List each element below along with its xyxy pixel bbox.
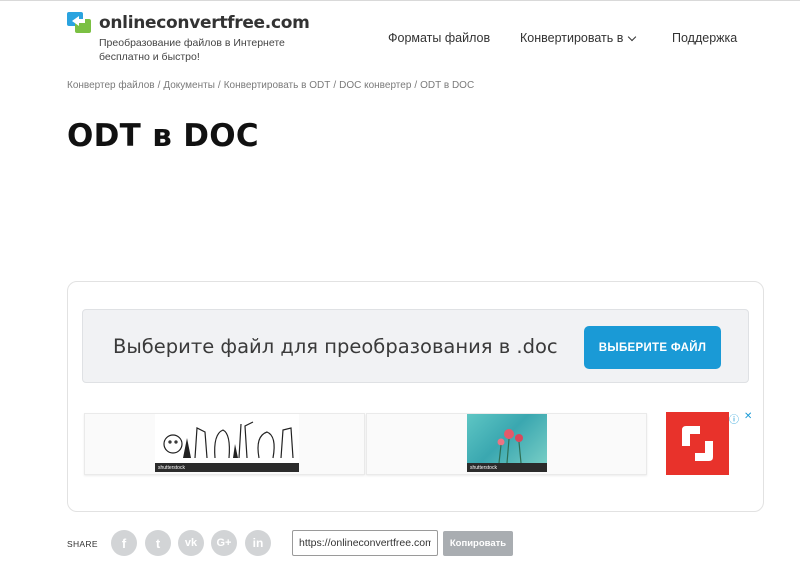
top-divider xyxy=(0,0,800,1)
ad-image-strip: shutterstock xyxy=(467,463,547,472)
converter-card: Выберите файл для преобразования в .doc … xyxy=(67,281,764,512)
ad-shutterstock-logo[interactable] xyxy=(666,412,729,475)
nav-convert-to[interactable]: Конвертировать в xyxy=(520,31,637,45)
breadcrumb-item[interactable]: Конвертер файлов xyxy=(67,80,155,91)
upload-prompt: Выберите файл для преобразования в .doc xyxy=(113,335,558,358)
breadcrumb-item-current[interactable]: ODT в DOC xyxy=(420,80,474,91)
ad-info-icon[interactable]: ⓘ xyxy=(729,411,739,426)
google-plus-share-icon[interactable]: G+ xyxy=(211,530,237,556)
ad-banner[interactable]: shutterstock xyxy=(84,413,365,475)
logo-arrows-icon xyxy=(67,12,93,34)
linkedin-share-icon[interactable]: in xyxy=(245,530,271,556)
ad-image: shutterstock xyxy=(467,414,547,472)
facebook-share-icon[interactable]: f xyxy=(111,530,137,556)
copy-url-button[interactable]: Копировать xyxy=(443,531,513,556)
site-logo[interactable]: onlineconvertfree.com xyxy=(67,12,310,34)
nav-support[interactable]: Поддержка xyxy=(672,31,737,45)
ad-image: shutterstock xyxy=(155,414,299,472)
twitter-share-icon[interactable]: t xyxy=(145,530,171,556)
breadcrumb-item[interactable]: DOC конвертер xyxy=(339,80,411,91)
file-upload-area[interactable]: Выберите файл для преобразования в .doc … xyxy=(82,309,749,383)
breadcrumb: Конвертер файлов / Документы / Конвертироват… xyxy=(67,80,475,91)
breadcrumb-item[interactable]: Конвертировать в ODT xyxy=(224,80,331,91)
nav-convert-label: Конвертировать в xyxy=(520,31,624,45)
vk-share-icon[interactable]: vk xyxy=(178,530,204,556)
nav-file-formats[interactable]: Форматы файлов xyxy=(388,31,490,45)
ad-image-strip: shutterstock xyxy=(155,463,299,472)
choose-file-button[interactable]: ВЫБЕРИТЕ ФАЙЛ xyxy=(584,326,721,369)
site-tagline: Преобразование файлов в Интернете беспла… xyxy=(99,37,285,63)
share-url-input[interactable] xyxy=(292,530,438,556)
logo-text: onlineconvertfree.com xyxy=(99,13,310,33)
ad-banner[interactable]: shutterstock xyxy=(366,413,647,475)
ad-controls: ⓘ ✕ xyxy=(729,411,752,426)
ad-close-icon[interactable]: ✕ xyxy=(744,411,752,426)
share-label: SHARE xyxy=(67,539,98,549)
breadcrumb-item[interactable]: Документы xyxy=(163,80,215,91)
page-title: ODT в DOC xyxy=(67,118,259,154)
chevron-down-icon xyxy=(628,32,637,41)
